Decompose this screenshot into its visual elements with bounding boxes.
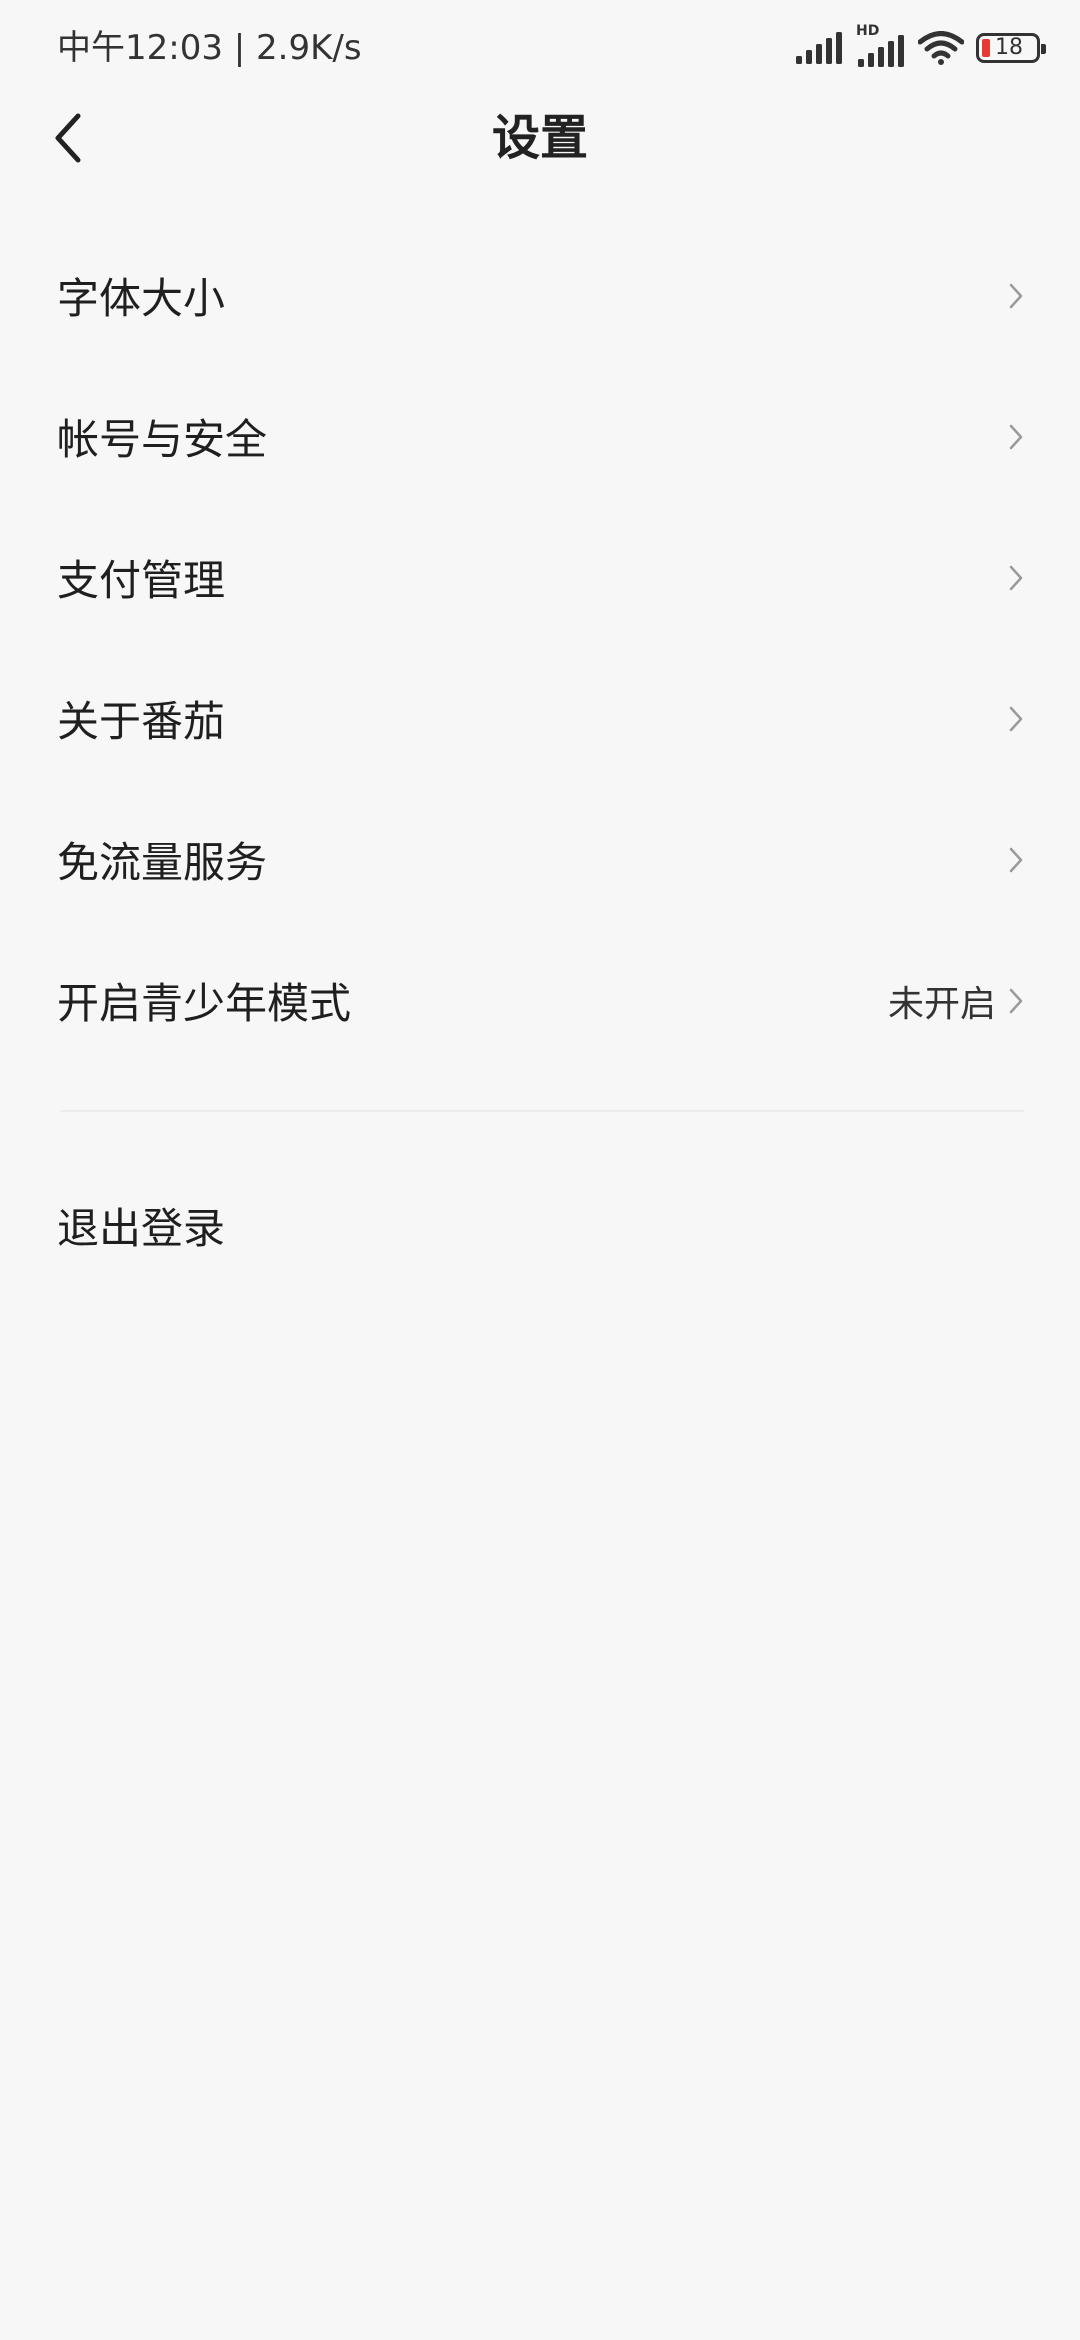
settings-item-about[interactable]: 关于番茄 <box>0 648 1080 789</box>
chevron-right-icon <box>1006 421 1026 453</box>
chevron-right-icon <box>1006 985 1026 1017</box>
item-label: 支付管理 <box>57 556 226 605</box>
hd-signal-icon: HD <box>856 23 906 67</box>
battery-level: 18 <box>995 35 1023 60</box>
settings-list: 字体大小 帐号与安全 支付管理 关于番茄 免流量服务 开启青少年模式 未开启 <box>0 225 1080 1071</box>
item-label: 免流量服务 <box>57 838 268 887</box>
wifi-icon <box>918 31 964 65</box>
teen-mode-status: 未开启 <box>887 983 996 1025</box>
chevron-right-icon <box>1006 562 1026 594</box>
divider <box>60 1110 1024 1112</box>
item-label: 帐号与安全 <box>57 415 268 464</box>
settings-item-font-size[interactable]: 字体大小 <box>0 225 1080 366</box>
settings-item-payment[interactable]: 支付管理 <box>0 507 1080 648</box>
settings-item-free-data[interactable]: 免流量服务 <box>0 789 1080 930</box>
chevron-right-icon <box>1006 703 1026 735</box>
status-icons: HD 18 <box>796 23 1046 70</box>
settings-item-account-security[interactable]: 帐号与安全 <box>0 366 1080 507</box>
item-label: 关于番茄 <box>57 697 226 746</box>
logout-button[interactable]: 退出登录 <box>0 1155 1080 1296</box>
chevron-right-icon <box>1006 844 1026 876</box>
item-label: 开启青少年模式 <box>57 979 352 1028</box>
settings-item-teen-mode[interactable]: 开启青少年模式 未开启 <box>0 930 1080 1071</box>
item-label: 字体大小 <box>57 274 226 323</box>
battery-icon: 18 <box>976 33 1046 63</box>
chevron-right-icon <box>1006 280 1026 312</box>
page-title: 设置 <box>491 110 588 166</box>
signal-icon <box>796 32 842 64</box>
header: 设置 <box>0 96 1080 180</box>
battery-fill <box>982 39 990 57</box>
status-bar: 中午12:03 | 2.9K/s HD 18 <box>0 0 1080 96</box>
logout-label: 退出登录 <box>57 1204 226 1253</box>
status-time-speed: 中午12:03 | 2.9K/s <box>57 28 362 68</box>
